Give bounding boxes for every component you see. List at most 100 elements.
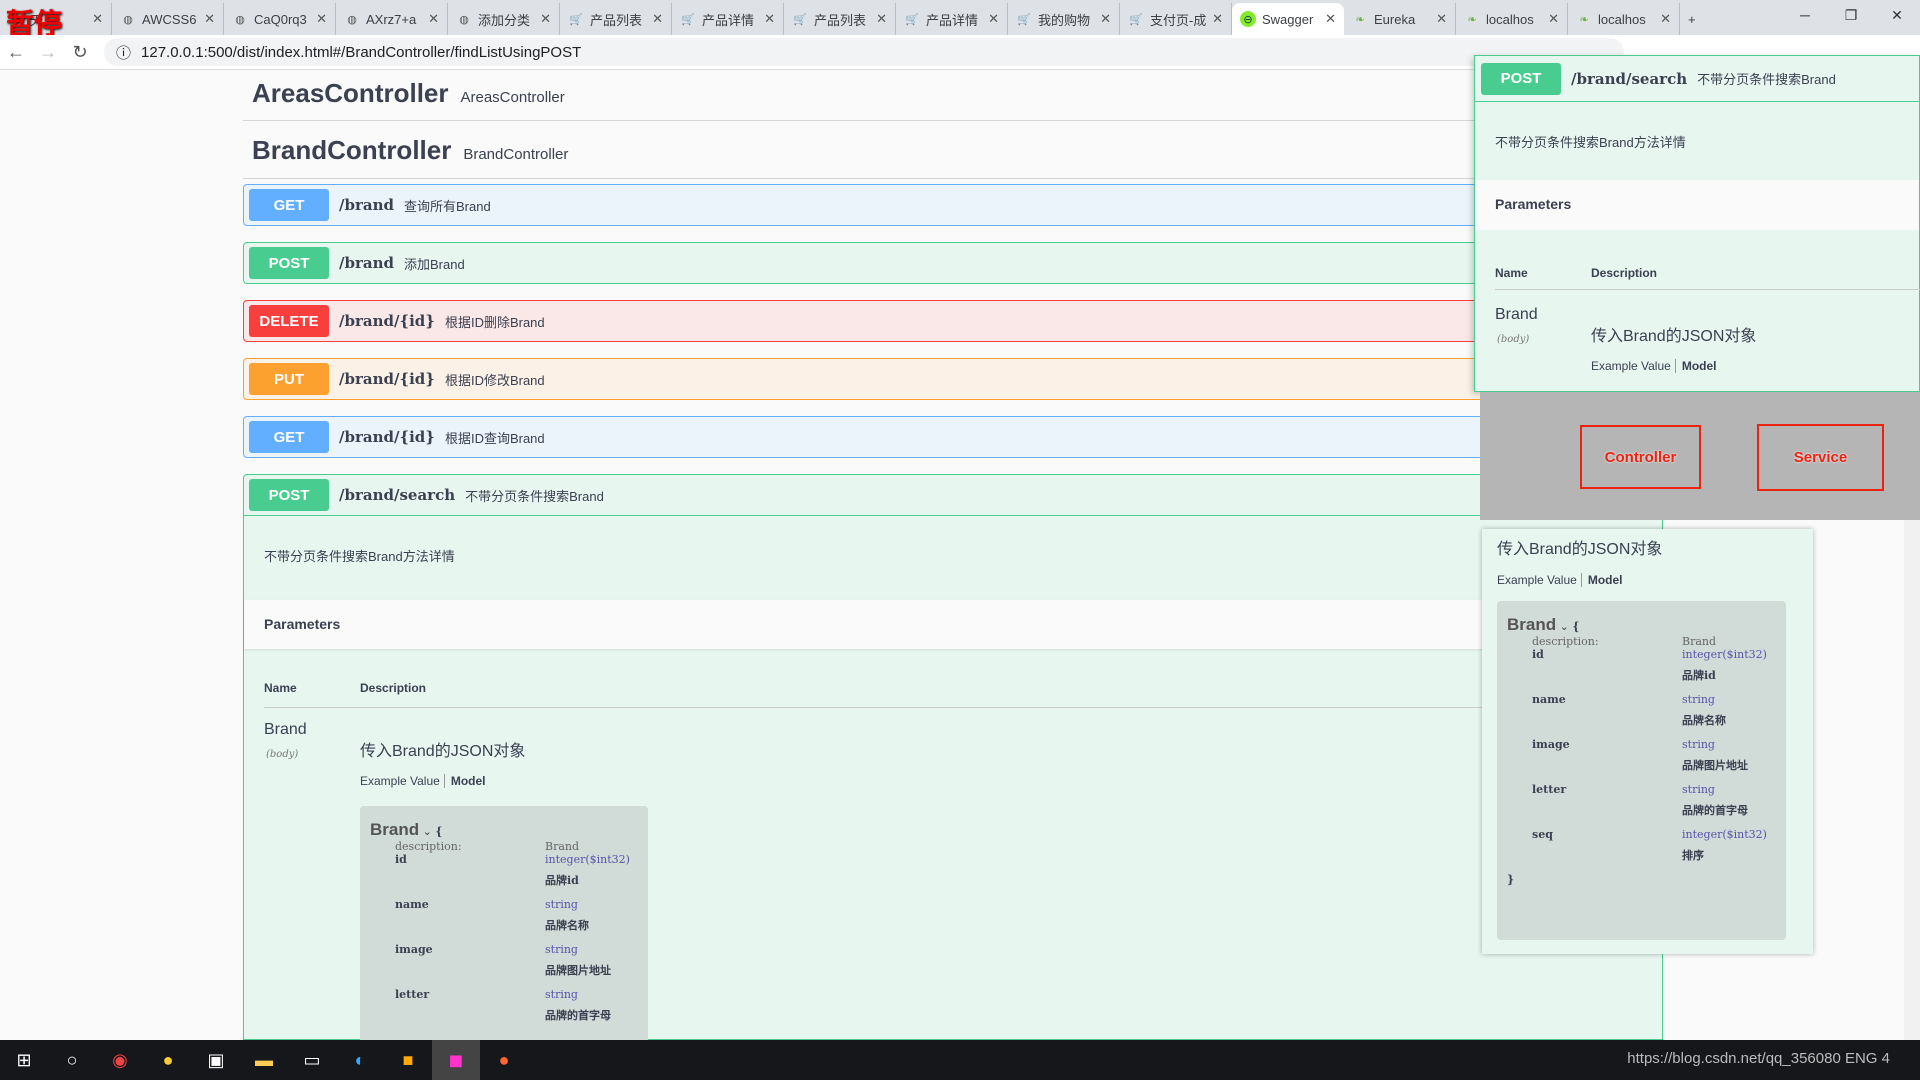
browser-tab[interactable]: ❧ localhos ✕ (1568, 3, 1680, 35)
field-desc: 排序 (1682, 849, 1704, 862)
spring-icon: ❧ (1355, 13, 1365, 26)
tab-title: 产品详情 (702, 12, 755, 28)
url-input[interactable]: ⓘ 127.0.0.1:500/dist/index.html#/BrandCon… (104, 38, 1624, 66)
tag-brand-controller[interactable]: BrandController BrandController (243, 135, 1663, 179)
field-name: id (1532, 648, 1544, 661)
model-tab[interactable]: Model (1580, 573, 1623, 587)
browser-tab[interactable]: ◍ AXrz7+a ✕ (336, 3, 448, 35)
tag-areas-controller[interactable]: AreasController AreasController (243, 78, 1663, 121)
browser-tab[interactable]: 🛒 产品列表 ✕ (784, 3, 896, 35)
floating-model-panel: 传入Brand的JSON对象 Example Value Model Brand … (1482, 529, 1813, 954)
model-field: letter string 品牌的首字母 (1532, 783, 1776, 828)
browser-tab[interactable]: 🛒 支付页-成 ✕ (1120, 3, 1232, 35)
param-description: 传入Brand的JSON对象 (1591, 328, 1757, 345)
system-tray: https://blog.csdn.net/qq_356080 ENG 4 (1627, 1050, 1890, 1067)
param-description: 传入Brand的JSON对象 (1497, 541, 1663, 558)
restore-button[interactable]: ❐ (1828, 0, 1874, 30)
model-tab[interactable]: Model (443, 774, 486, 788)
intellij-icon[interactable]: ◼ (432, 1040, 480, 1080)
model-name: Brand (1507, 615, 1557, 634)
close-window-button[interactable]: ✕ (1874, 0, 1920, 30)
notification-count[interactable]: 4 (1882, 1050, 1890, 1067)
model-name: Brand (370, 820, 420, 839)
service-annotation-box: Service (1757, 424, 1884, 491)
open-brace: { (1572, 620, 1580, 633)
browser-icon[interactable]: ◐ (336, 1040, 384, 1080)
example-value-tab[interactable]: Example Value (1591, 359, 1671, 373)
operation-delete[interactable]: DELETE/brand/{id} 根据ID删除Brand (243, 300, 1683, 342)
operation-get[interactable]: GET/brand 查询所有Brand (243, 184, 1683, 226)
close-tab-icon[interactable]: ✕ (652, 11, 663, 27)
notes-icon[interactable]: ■ (384, 1040, 432, 1080)
operation-path: /brand/search (339, 486, 456, 504)
operation-post[interactable]: POST/brand/search 不带分页条件搜索Brand (243, 474, 1663, 516)
paint-icon[interactable]: ▣ (192, 1040, 240, 1080)
browser-tab[interactable]: 🛒 产品详情 ✕ (896, 3, 1008, 35)
field-name: id (395, 853, 407, 866)
globe-icon: ◍ (459, 13, 469, 26)
tab-title: 产品列表 (590, 12, 643, 28)
close-tab-icon[interactable]: ✕ (1548, 11, 1559, 27)
cart-icon: 🛒 (1129, 13, 1143, 26)
example-value-tab[interactable]: Example Value (1497, 573, 1577, 587)
browser-tab[interactable]: 🛒 我的购物 ✕ (1008, 3, 1120, 35)
model-tab[interactable]: Model (1674, 359, 1717, 373)
app-icon[interactable]: ● (144, 1040, 192, 1080)
operation-get[interactable]: GET/brand/{id} 根据ID查询Brand (243, 416, 1683, 458)
browser-tab[interactable]: ❧ Eureka ✕ (1344, 3, 1456, 35)
reload-icon[interactable]: ↻ (64, 42, 96, 63)
forward-icon[interactable]: → (32, 42, 64, 63)
tab-title: 支付页-成 (1150, 12, 1207, 28)
chevron-down-icon[interactable]: ⌄ (1560, 620, 1569, 633)
operation-post[interactable]: POST/brand 添加Brand (243, 242, 1683, 284)
field-desc: 品牌图片地址 (1682, 759, 1748, 772)
browser-tab[interactable]: ◍ CaQ0rq3 ✕ (224, 3, 336, 35)
field-type: integer($int32) (1682, 648, 1767, 661)
close-tab-icon[interactable]: ✕ (1100, 11, 1111, 27)
tab-title: AXrz7+a (366, 11, 417, 27)
browser-tab[interactable]: 🛒 产品列表 ✕ (560, 3, 672, 35)
browser-tab[interactable]: ⊖ Swagger ✕ (1232, 3, 1344, 35)
close-tab-icon[interactable]: ✕ (540, 11, 551, 27)
info-icon: ⓘ (116, 44, 132, 62)
browser-tab[interactable]: 🛒 产品详情 ✕ (672, 3, 784, 35)
field-desc: 品牌图片地址 (545, 964, 611, 977)
start-icon[interactable]: ⊞ (0, 1040, 48, 1080)
browser-tab[interactable]: ◍ AWCSS6 ✕ (112, 3, 224, 35)
model-field: letter string 品牌的首字母 (395, 988, 638, 1033)
tag-desc: AreasController (460, 89, 565, 106)
close-tab-icon[interactable]: ✕ (1660, 11, 1671, 27)
tab-title: AWCSS6 (142, 11, 197, 27)
search-icon[interactable]: ○ (48, 1040, 96, 1080)
minimize-button[interactable]: ─ (1782, 0, 1828, 30)
close-tab-icon[interactable]: ✕ (1212, 11, 1223, 27)
chrome-icon[interactable]: ◉ (96, 1040, 144, 1080)
terminal-icon[interactable]: ▭ (288, 1040, 336, 1080)
operation-summary: 查询所有Brand (403, 198, 491, 214)
browser-tab[interactable]: ❧ localhos ✕ (1456, 3, 1568, 35)
browser-tab[interactable]: ◍ 添加分类 ✕ (448, 3, 560, 35)
close-tab-icon[interactable]: ✕ (988, 11, 999, 27)
close-tab-icon[interactable]: ✕ (1325, 11, 1336, 27)
close-tab-icon[interactable]: ✕ (316, 11, 327, 27)
example-value-tab[interactable]: Example Value (360, 774, 440, 788)
close-tab-icon[interactable]: ✕ (428, 11, 439, 27)
feather-icon[interactable]: ● (480, 1040, 528, 1080)
close-tab-icon[interactable]: ✕ (876, 11, 887, 27)
cart-icon: 🛒 (905, 13, 919, 26)
back-icon[interactable]: ← (0, 42, 32, 63)
close-tab-icon[interactable]: ✕ (1436, 11, 1447, 27)
cart-icon: 🛒 (1017, 13, 1031, 26)
close-tab-icon[interactable]: ✕ (92, 11, 103, 27)
close-tab-icon[interactable]: ✕ (764, 11, 775, 27)
param-name: Brand (264, 721, 307, 738)
operation-put[interactable]: PUT/brand/{id} 根据ID修改Brand (243, 358, 1683, 400)
window-controls: ─ ❐ ✕ (1782, 0, 1920, 30)
language-indicator[interactable]: ENG (1845, 1050, 1878, 1067)
field-name: image (395, 943, 433, 956)
chevron-down-icon[interactable]: ⌄ (423, 825, 432, 838)
close-tab-icon[interactable]: ✕ (204, 11, 215, 27)
folder-icon[interactable]: ▬ (240, 1040, 288, 1080)
new-tab-button[interactable]: + (1680, 3, 1720, 35)
model-desc: Brand (545, 840, 580, 853)
